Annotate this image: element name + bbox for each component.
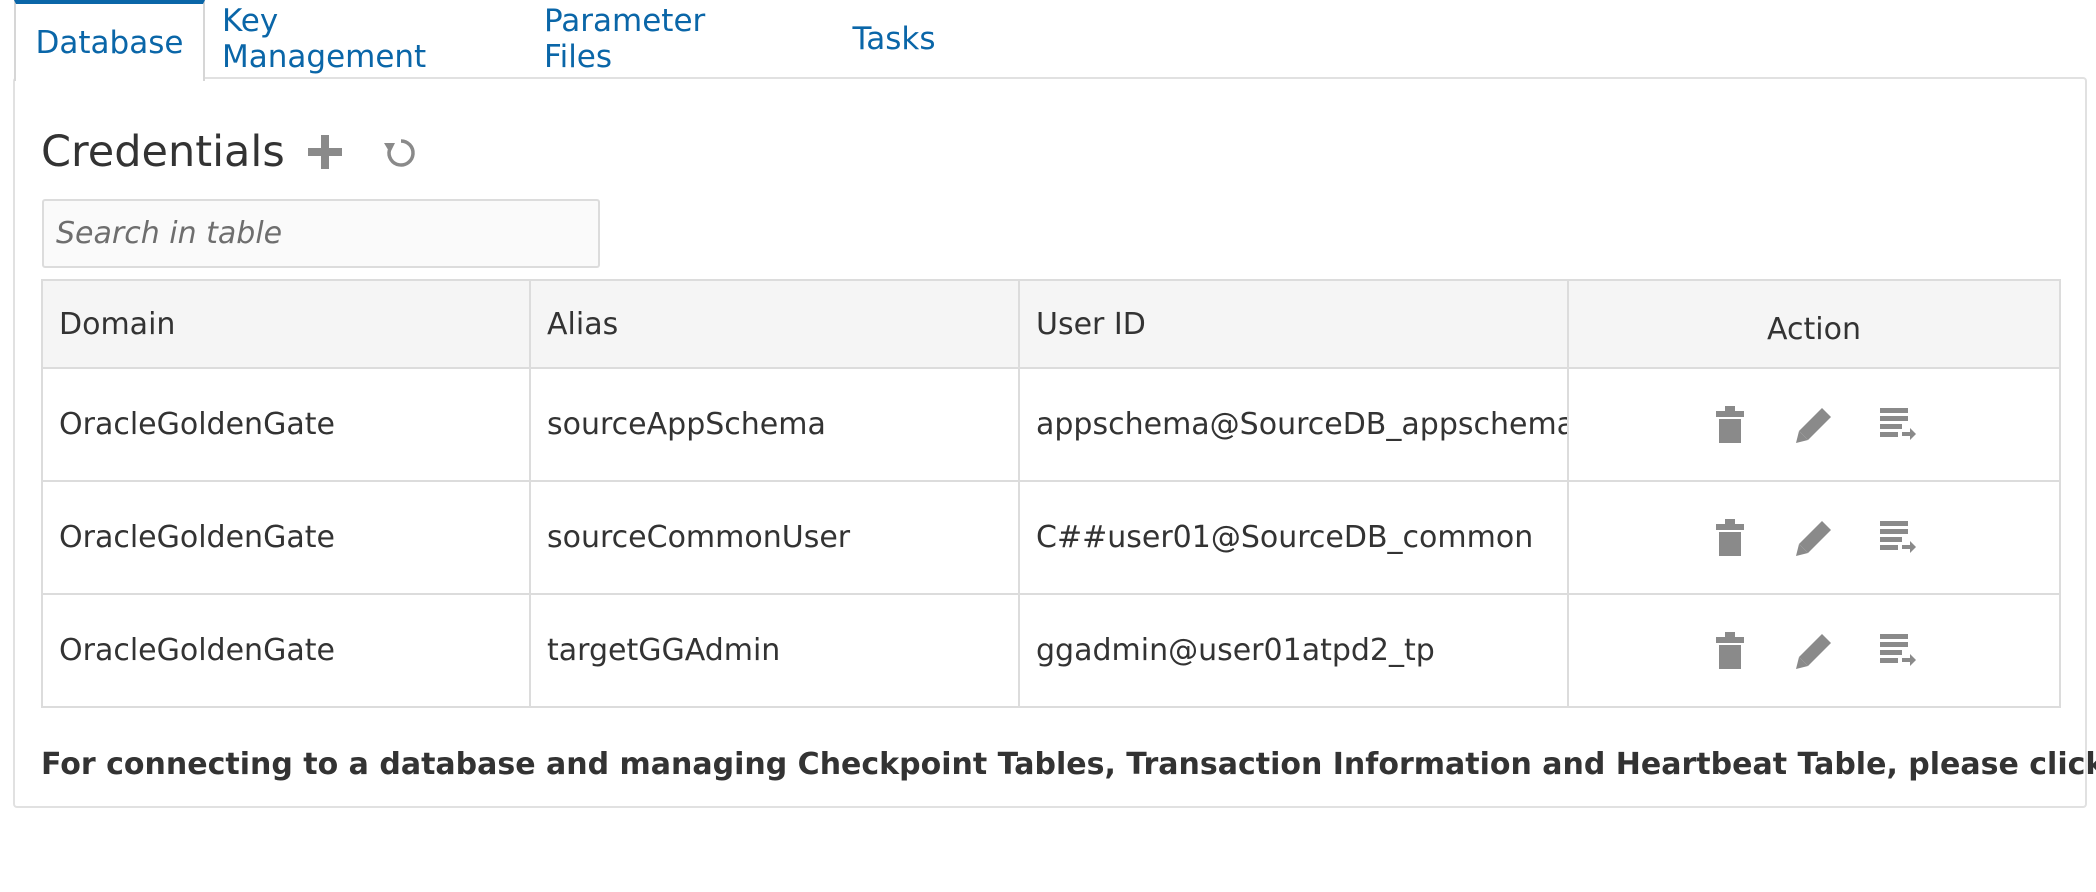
column-header-domain[interactable]: Domain: [43, 281, 531, 367]
cell-actions: [1569, 595, 2059, 706]
cell-domain: OracleGoldenGate: [43, 595, 531, 706]
connect-db-icon[interactable]: [1878, 631, 1918, 671]
tab-bar: Database Key Management Parameter Files …: [14, 0, 2088, 81]
connect-db-icon[interactable]: [1878, 518, 1918, 558]
cell-user-id: C##user01@SourceDB_common: [1020, 482, 1569, 593]
tab-label: Tasks: [852, 21, 936, 57]
trash-icon[interactable]: [1710, 518, 1750, 558]
tab-label: Key Management: [222, 3, 427, 75]
table-row: OracleGoldenGate sourceAppSchema appsche…: [43, 369, 2059, 482]
tab-key-management[interactable]: Key Management: [222, 0, 488, 78]
table-header-row: Domain Alias User ID Action: [43, 281, 2059, 369]
cell-alias: sourceAppSchema: [531, 369, 1020, 480]
footer-text: For connecting to a database and managin…: [41, 746, 2096, 782]
plus-icon[interactable]: [305, 132, 345, 176]
search-input[interactable]: [42, 199, 600, 268]
cell-alias: targetGGAdmin: [531, 595, 1020, 706]
cell-user-id: appschema@SourceDB_appschema: [1020, 369, 1569, 480]
tab-label: Database: [35, 24, 184, 61]
cell-user-id: ggadmin@user01atpd2_tp: [1020, 595, 1569, 706]
cell-domain: OracleGoldenGate: [43, 482, 531, 593]
refresh-icon[interactable]: [382, 134, 420, 176]
cell-actions: [1569, 482, 2059, 593]
cell-domain: OracleGoldenGate: [43, 369, 531, 480]
cell-actions: [1569, 369, 2059, 480]
tab-tasks[interactable]: Tasks: [834, 0, 954, 78]
tab-label: Parameter Files: [544, 3, 706, 75]
pencil-icon[interactable]: [1794, 405, 1834, 445]
page-title: Credentials: [41, 127, 285, 177]
footer-instructions: For connecting to a database and managin…: [41, 744, 2096, 784]
credentials-table: Domain Alias User ID Action OracleGolden…: [41, 279, 2061, 708]
pencil-icon[interactable]: [1794, 518, 1834, 558]
table-row: OracleGoldenGate sourceCommonUser C##use…: [43, 482, 2059, 595]
column-header-user-id[interactable]: User ID: [1020, 281, 1569, 367]
table-row: OracleGoldenGate targetGGAdmin ggadmin@u…: [43, 595, 2059, 706]
column-header-alias[interactable]: Alias: [531, 281, 1020, 367]
trash-icon[interactable]: [1710, 631, 1750, 671]
connect-db-icon[interactable]: [1878, 405, 1918, 445]
cell-alias: sourceCommonUser: [531, 482, 1020, 593]
column-header-action: Action: [1767, 311, 1861, 347]
tab-parameter-files[interactable]: Parameter Files: [544, 0, 772, 78]
trash-icon[interactable]: [1710, 405, 1750, 445]
pencil-icon[interactable]: [1794, 631, 1834, 671]
tab-database[interactable]: Database: [14, 0, 205, 81]
